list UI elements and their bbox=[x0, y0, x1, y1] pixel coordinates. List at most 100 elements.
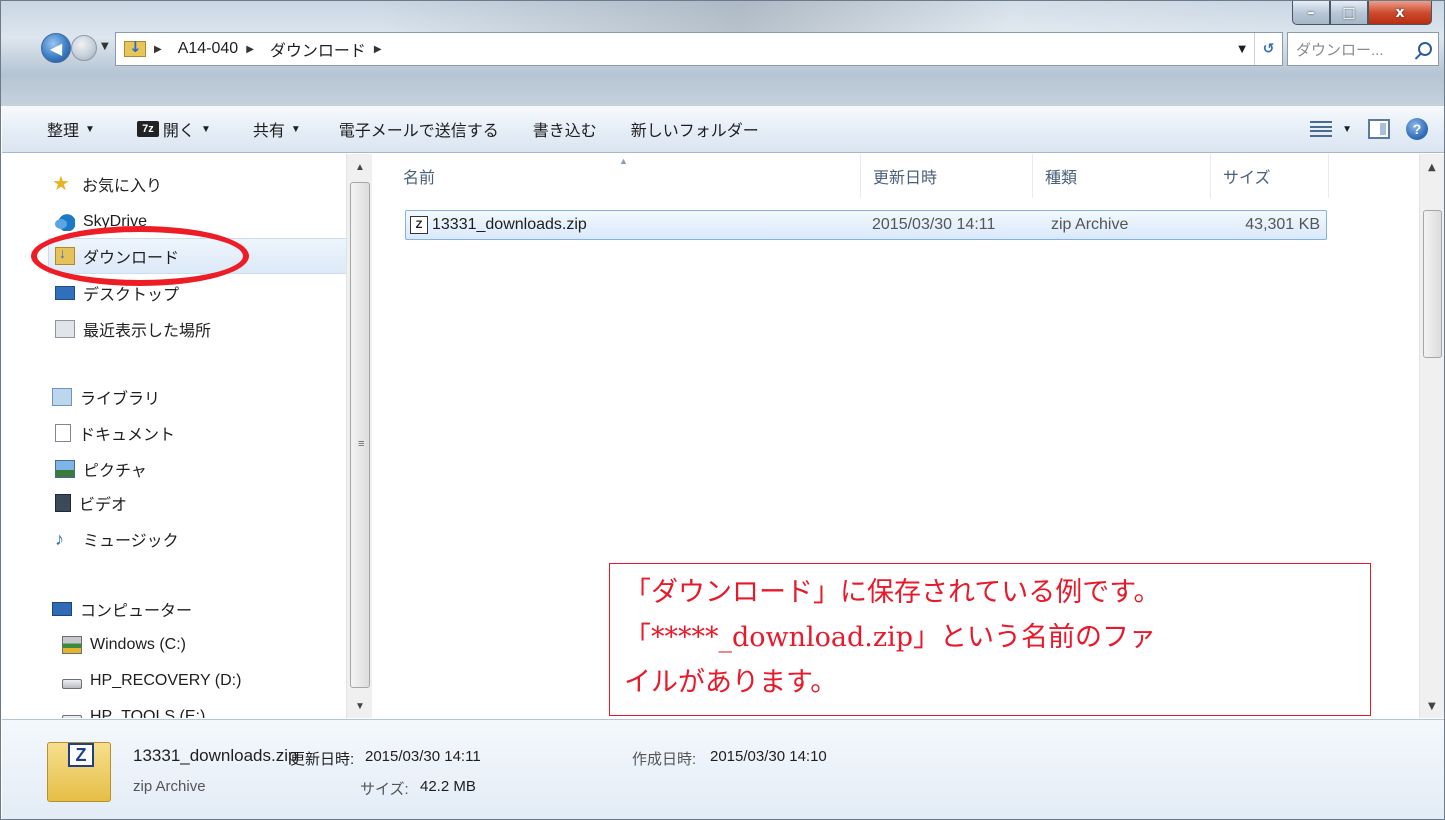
breadcrumb-chevron-icon[interactable]: ▶ bbox=[246, 44, 254, 55]
music-note-icon: ♪ bbox=[55, 529, 64, 549]
nav-drive-c[interactable]: Windows (C:) bbox=[62, 627, 186, 663]
file-type: zip Archive bbox=[1051, 216, 1129, 233]
details-file-type: zip Archive bbox=[133, 778, 206, 795]
nav-scroll-thumb[interactable]: ≡ bbox=[350, 182, 370, 688]
explorer-window: – □ x ◀ ▼ ▶ A14-040 ▶ ダウンロード ▶ ▼ ↺ ダウンロー… bbox=[0, 0, 1445, 820]
nav-recent-places[interactable]: 最近表示した場所 bbox=[55, 311, 211, 347]
grip-icon: ≡ bbox=[358, 438, 365, 450]
annotation-line: イルがあります。 bbox=[624, 667, 838, 698]
zip-file-icon: Z bbox=[410, 216, 428, 234]
new-folder-button[interactable]: 新しいフォルダー bbox=[609, 106, 771, 152]
nav-drive-e[interactable]: HP_TOOLS (E:) bbox=[62, 699, 205, 718]
nav-music[interactable]: ♪ ミュージック bbox=[55, 521, 179, 557]
nav-drive-d[interactable]: HP_RECOVERY (D:) bbox=[62, 663, 241, 699]
annotation-line: 「ダウンロード」に保存されている例です。 bbox=[624, 577, 1161, 608]
back-button[interactable]: ◀ bbox=[41, 33, 71, 63]
nav-scrollbar[interactable]: ▲ ≡ ▼ bbox=[346, 154, 372, 718]
sort-ascending-icon: ▲ bbox=[619, 156, 628, 166]
windows-drive-icon bbox=[62, 636, 82, 654]
address-dropdown[interactable]: ▼ bbox=[1229, 43, 1254, 55]
breadcrumb-chevron-icon[interactable]: ▶ bbox=[374, 44, 382, 55]
title-bar: – □ x ◀ ▼ ▶ A14-040 ▶ ダウンロード ▶ ▼ ↺ ダウンロー… bbox=[1, 1, 1444, 106]
nav-label: お気に入り bbox=[82, 178, 163, 195]
scroll-down-icon[interactable]: ▼ bbox=[1428, 701, 1436, 712]
column-label: 種類 bbox=[1045, 170, 1078, 187]
search-input[interactable]: ダウンロー... bbox=[1287, 32, 1439, 66]
zip-file-large-icon: Z bbox=[47, 742, 111, 802]
organize-label: 整理 bbox=[47, 123, 80, 140]
breadcrumb-chevron-icon[interactable]: ▶ bbox=[154, 44, 162, 55]
maximize-button[interactable]: □ bbox=[1330, 1, 1368, 25]
file-modified: 2015/03/30 14:11 bbox=[872, 216, 996, 233]
nav-label: ライブラリ bbox=[80, 391, 161, 408]
details-modified-label: 更新日時: bbox=[290, 751, 355, 768]
caret-down-icon: ▼ bbox=[1342, 123, 1352, 135]
details-file-name: 13331_downloads.zip bbox=[133, 746, 298, 765]
nav-documents[interactable]: ドキュメント bbox=[55, 415, 175, 451]
breadcrumb-a14-040[interactable]: A14-040 bbox=[178, 40, 239, 58]
7zip-icon: 7z bbox=[136, 121, 159, 137]
close-button[interactable]: x bbox=[1368, 1, 1432, 25]
drive-icon bbox=[62, 715, 82, 718]
file-name: 13331_downloads.zip bbox=[432, 216, 587, 233]
nav-computer[interactable]: コンピューター bbox=[52, 591, 192, 627]
email-button[interactable]: 電子メールで送信する bbox=[313, 106, 511, 152]
file-size: 43,301 KB bbox=[1245, 216, 1320, 233]
search-icon[interactable] bbox=[1418, 42, 1432, 56]
file-row[interactable]: Z 13331_downloads.zip 2015/03/30 14:11 z… bbox=[405, 210, 1327, 240]
column-size[interactable]: サイズ bbox=[1211, 154, 1329, 198]
column-label: サイズ bbox=[1223, 170, 1271, 187]
help-icon[interactable]: ? bbox=[1406, 118, 1428, 140]
column-type[interactable]: 種類 bbox=[1033, 154, 1211, 198]
recent-pages-dropdown[interactable]: ▼ bbox=[101, 41, 109, 52]
scroll-down-icon[interactable]: ▼ bbox=[355, 701, 365, 712]
share-button[interactable]: 共有 ▼ bbox=[223, 106, 313, 152]
caret-down-icon: ▼ bbox=[85, 123, 95, 135]
column-modified[interactable]: 更新日時 bbox=[861, 154, 1033, 198]
nav-libraries[interactable]: ライブラリ bbox=[52, 379, 160, 415]
open-button[interactable]: 7z 開く ▼ bbox=[107, 106, 223, 152]
organize-button[interactable]: 整理 ▼ bbox=[2, 106, 107, 152]
nav-favorites[interactable]: ★ お気に入り bbox=[52, 166, 162, 202]
scroll-up-icon[interactable]: ▲ bbox=[355, 162, 365, 173]
nav-videos[interactable]: ビデオ bbox=[55, 485, 127, 521]
annotation-line: 「*****_download.zip」という名前のファ bbox=[624, 622, 1157, 653]
document-icon bbox=[55, 424, 71, 442]
details-size-value: 42.2 MB bbox=[420, 778, 476, 795]
column-header-row: 名前 ▲ 更新日時 種類 サイズ bbox=[373, 154, 1419, 198]
nav-label: HP_TOOLS (E:) bbox=[90, 708, 206, 718]
details-created-label: 作成日時: bbox=[632, 751, 697, 768]
star-icon: ★ bbox=[52, 173, 70, 195]
address-bar[interactable]: ▶ A14-040 ▶ ダウンロード ▶ ▼ ↺ bbox=[115, 32, 1283, 66]
recent-places-icon bbox=[55, 320, 75, 338]
change-view-button[interactable]: ▼ bbox=[1310, 121, 1352, 137]
forward-button[interactable] bbox=[71, 35, 97, 61]
window-controls: – □ x bbox=[1292, 1, 1432, 25]
nav-label: Windows (C:) bbox=[90, 636, 187, 653]
breadcrumb-downloads[interactable]: ダウンロード bbox=[270, 37, 366, 61]
details-modified-value: 2015/03/30 14:11 bbox=[365, 748, 481, 765]
downloads-folder-icon bbox=[124, 38, 146, 57]
preview-pane-icon[interactable] bbox=[1368, 119, 1390, 139]
burn-button[interactable]: 書き込む bbox=[511, 106, 609, 152]
highlight-ellipse bbox=[31, 226, 249, 286]
column-label: 名前 bbox=[403, 170, 436, 187]
file-name-cell: Z 13331_downloads.zip bbox=[410, 211, 587, 239]
skydrive-cloud-icon bbox=[55, 213, 75, 231]
nav-label: ドキュメント bbox=[79, 427, 176, 444]
nav-pictures[interactable]: ピクチャ bbox=[55, 451, 147, 487]
computer-icon bbox=[52, 602, 72, 616]
refresh-icon[interactable]: ↺ bbox=[1254, 33, 1282, 65]
minimize-button[interactable]: – bbox=[1292, 1, 1330, 25]
video-icon bbox=[55, 494, 71, 512]
column-label: 更新日時 bbox=[873, 170, 938, 187]
command-bar: 整理 ▼ 7z 開く ▼ 共有 ▼ 電子メールで送信する 書き込む 新しいフォルダー ▼… bbox=[2, 106, 1444, 153]
file-list-scroll-thumb[interactable] bbox=[1423, 210, 1442, 358]
view-list-icon bbox=[1310, 121, 1333, 137]
picture-icon bbox=[55, 460, 75, 478]
nav-label: 最近表示した場所 bbox=[83, 323, 212, 340]
nav-label: HP_RECOVERY (D:) bbox=[90, 672, 242, 689]
search-placeholder: ダウンロー... bbox=[1296, 41, 1384, 59]
scroll-up-icon[interactable]: ▲ bbox=[1428, 162, 1436, 173]
file-list-scrollbar[interactable]: ▲ ▼ bbox=[1419, 154, 1444, 718]
